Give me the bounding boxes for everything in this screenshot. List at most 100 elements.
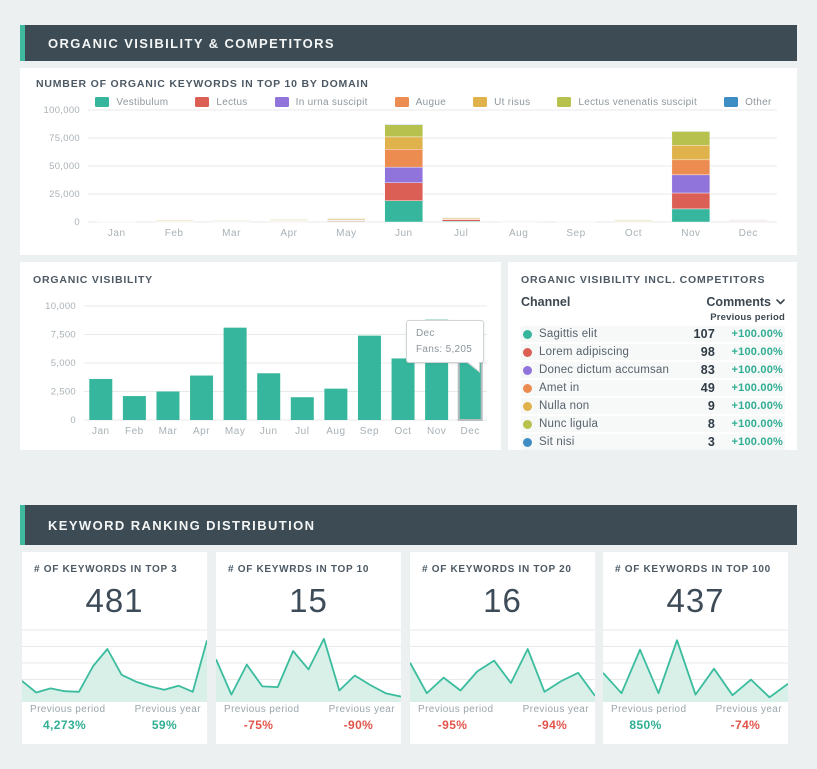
kpi-stat-values: -95% -94%	[410, 718, 595, 732]
previous-period-label: Previous period	[30, 704, 105, 715]
svg-text:7,500: 7,500	[51, 330, 76, 341]
comments-value: 9	[679, 399, 715, 413]
legend-label: In urna suscipit	[296, 97, 368, 108]
legend-item-augue[interactable]: Augue	[395, 97, 446, 108]
channel-name: Lorem adipiscing	[539, 346, 679, 358]
svg-text:Mar: Mar	[222, 228, 241, 239]
tooltip-month: Dec	[416, 326, 474, 342]
svg-text:Apr: Apr	[193, 426, 210, 437]
svg-text:Jun: Jun	[395, 228, 413, 239]
channel-name: Nulla non	[539, 400, 679, 412]
legend-label: Other	[745, 97, 772, 108]
kpi-title: # OF KEYWORDS IN TOP 3	[34, 564, 177, 575]
chart-tooltip: Dec Fans: 5,205	[406, 320, 484, 363]
table-row[interactable]: Lorem adipiscing98+100.00%	[521, 344, 785, 360]
previous-period-label: Previous period	[418, 704, 493, 715]
svg-text:0: 0	[74, 217, 80, 228]
previous-year-label: Previous year	[716, 704, 782, 715]
svg-text:Nov: Nov	[681, 228, 700, 239]
legend-swatch	[557, 97, 571, 107]
competitors-table-title: ORGANIC VISIBILITY INCL. COMPETITORS	[521, 274, 765, 286]
table-row[interactable]: Sit nisi3+100.00%	[521, 434, 785, 450]
channel-color-dot	[523, 420, 532, 429]
legend-item-vestibulum[interactable]: Vestibulum	[95, 97, 168, 108]
legend-item-lectus[interactable]: Lectus	[195, 97, 247, 108]
legend-swatch	[275, 97, 289, 107]
kpi-value: 437	[603, 582, 788, 620]
svg-text:Sep: Sep	[566, 228, 585, 239]
table-row[interactable]: Amet in49+100.00%	[521, 380, 785, 396]
legend-label: Vestibulum	[116, 97, 168, 108]
legend-item-ut-risus[interactable]: Ut risus	[473, 97, 530, 108]
previous-year-value: -94%	[510, 718, 595, 732]
table-header-row: Channel Comments	[521, 292, 785, 312]
previous-period-change: +100.00%	[715, 364, 785, 376]
chart-legend: Vestibulum Lectus In urna suscipit Augue Ut …	[90, 94, 777, 110]
previous-period-change: +100.00%	[715, 400, 785, 412]
previous-period-label: Previous period	[224, 704, 299, 715]
comments-value: 98	[679, 345, 715, 359]
previous-period-change: +100.00%	[715, 418, 785, 430]
section-header-organic-visibility: ORGANIC VISIBILITY & COMPETITORS	[20, 25, 797, 61]
svg-text:Feb: Feb	[165, 228, 184, 239]
legend-swatch	[95, 97, 109, 107]
svg-text:Aug: Aug	[326, 426, 345, 437]
kpi-title: # OF KEYWORDS IN TOP 100	[615, 564, 771, 575]
kpi-sparkline-chart[interactable]	[216, 628, 401, 702]
channel-color-dot	[523, 330, 532, 339]
svg-text:2,500: 2,500	[51, 387, 76, 398]
table-row[interactable]: Nulla non9+100.00%	[521, 398, 785, 414]
section-title: KEYWORD RANKING DISTRIBUTION	[20, 518, 315, 533]
kpi-sparkline-chart[interactable]	[410, 628, 595, 702]
section-title: ORGANIC VISIBILITY & COMPETITORS	[20, 36, 335, 51]
comments-value: 49	[679, 381, 715, 395]
table-row[interactable]: Nunc ligula8+100.00%	[521, 416, 785, 432]
channel-name: Sagittis elit	[539, 328, 679, 340]
previous-year-label: Previous year	[523, 704, 589, 715]
previous-period-value: -95%	[410, 718, 495, 732]
previous-year-value: -74%	[703, 718, 788, 732]
legend-item-in-urna-suscipit[interactable]: In urna suscipit	[275, 97, 368, 108]
svg-text:25,000: 25,000	[49, 189, 80, 200]
organic-visibility-card: ORGANIC VISIBILITY 02,5005,0007,50010,00…	[20, 262, 501, 450]
tooltip-value: Fans: 5,205	[416, 342, 474, 358]
svg-text:Apr: Apr	[280, 228, 297, 239]
column-header-comments[interactable]: Comments	[706, 295, 785, 309]
kpi-stat-values: -75% -90%	[216, 718, 401, 732]
table-row[interactable]: Donec dictum accumsan83+100.00%	[521, 362, 785, 378]
kpi-value: 15	[216, 582, 401, 620]
previous-year-value: 59%	[122, 718, 207, 732]
kpi-sparkline-chart[interactable]	[22, 628, 207, 702]
svg-text:Feb: Feb	[125, 426, 144, 437]
previous-period-value: 850%	[603, 718, 688, 732]
legend-item-other[interactable]: Other	[724, 97, 772, 108]
legend-item-lectus-venenatis-suscipit[interactable]: Lectus venenatis suscipit	[557, 97, 697, 108]
table-row[interactable]: Sagittis elit107+100.00%	[521, 326, 785, 342]
previous-period-change: +100.00%	[715, 328, 785, 340]
comments-value: 3	[679, 435, 715, 449]
svg-text:Jun: Jun	[260, 426, 278, 437]
channel-name: Nunc ligula	[539, 418, 679, 430]
keywords-by-domain-card: NUMBER OF ORGANIC KEYWORDS IN TOP 10 BY …	[20, 68, 797, 255]
svg-text:50,000: 50,000	[49, 161, 80, 172]
kpi-sparkline-chart[interactable]	[603, 628, 788, 702]
column-header-channel: Channel	[521, 295, 706, 309]
kpi-card-top20: # OF KEYWORDS IN TOP 20 16 Previous peri…	[410, 552, 595, 744]
channel-color-dot	[523, 348, 532, 357]
svg-text:Dec: Dec	[461, 426, 480, 437]
svg-text:75,000: 75,000	[49, 133, 80, 144]
svg-text:Oct: Oct	[395, 426, 412, 437]
previous-period-value: -75%	[216, 718, 301, 732]
channel-color-dot	[523, 384, 532, 393]
kpi-card-top10: # OF KEYWRDS IN TOP 10 15 Previous perio…	[216, 552, 401, 744]
previous-period-change: +100.00%	[715, 436, 785, 448]
legend-swatch	[473, 97, 487, 107]
channel-color-dot	[523, 438, 532, 447]
svg-text:5,000: 5,000	[51, 358, 76, 369]
comments-value: 107	[679, 327, 715, 341]
previous-period-change: +100.00%	[715, 382, 785, 394]
svg-text:Sep: Sep	[360, 426, 379, 437]
svg-text:May: May	[336, 228, 356, 239]
chevron-down-icon	[776, 299, 785, 305]
competitors-table: Channel Comments Previous period Sagitti…	[521, 292, 785, 452]
